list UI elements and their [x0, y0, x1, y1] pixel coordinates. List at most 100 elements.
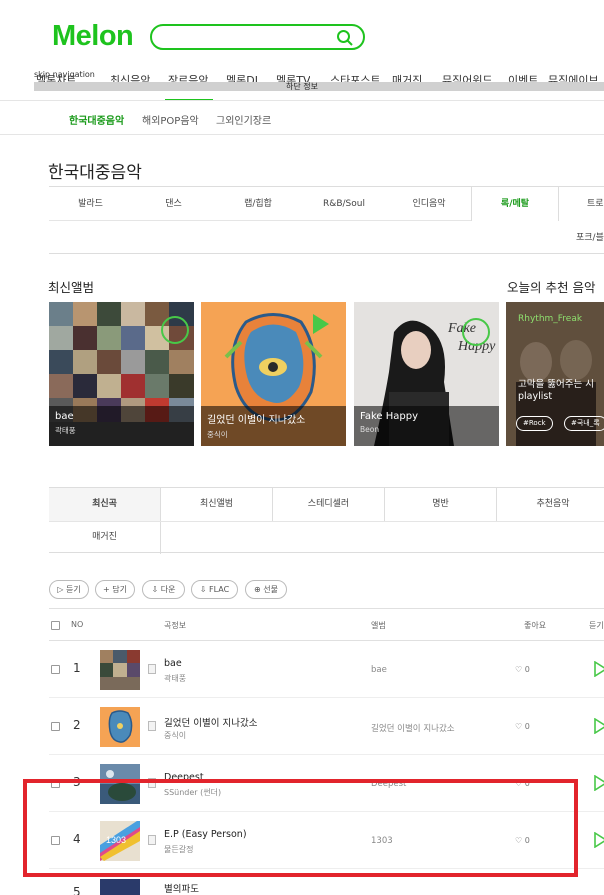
play-icon[interactable]	[593, 718, 604, 734]
album-artist: 곽태풍	[55, 426, 76, 435]
rank-number: 1	[73, 661, 81, 675]
album-card-fake-happy[interactable]: Fake Happy Fake Happy Beon	[354, 302, 499, 446]
subnav-divider	[0, 134, 604, 135]
like-count: 0	[524, 722, 530, 731]
play-icon[interactable]	[313, 314, 329, 334]
playlist-tag[interactable]: #Rock	[516, 416, 553, 431]
gnb-divider	[0, 100, 604, 101]
like-button[interactable]: ♡ 0	[515, 665, 530, 674]
recommend-heading: 오늘의 추천 음악	[507, 280, 596, 295]
play-label: 듣기	[65, 585, 81, 594]
genre-indie[interactable]: 인디음악	[387, 187, 471, 221]
song-info-icon[interactable]	[148, 721, 156, 731]
col-no: NO	[71, 620, 84, 629]
gift-label: 선물	[263, 585, 278, 594]
playlist-title: 고막을 뚫어주는 시	[518, 379, 594, 390]
play-icon: ▷	[57, 585, 66, 594]
table-row[interactable]: 1 bae 곽태풍 bae ♡ 0	[49, 641, 604, 698]
heart-icon: ♡	[515, 665, 523, 674]
flac-label: FLAC	[209, 585, 230, 594]
play-icon[interactable]	[161, 316, 189, 344]
genre-hiphop[interactable]: 랩/힙합	[215, 187, 301, 221]
playlist-tag[interactable]: #국내_록	[564, 416, 604, 431]
subnav-pop[interactable]: 해외POP음악	[142, 112, 199, 127]
gift-button[interactable]: ⊕ 선물	[245, 580, 287, 599]
tab-new-albums[interactable]: 최신앨범	[161, 488, 273, 521]
col-play: 듣기	[589, 621, 604, 630]
play-icon[interactable]	[593, 832, 604, 848]
chart-tabs: 최신곡 최신앨범 스테디셀러 명반 추천음악 매거진	[49, 487, 604, 554]
song-info-icon[interactable]	[148, 664, 156, 674]
album-thumbnail[interactable]	[100, 879, 140, 895]
search-icon[interactable]	[336, 29, 354, 47]
melon-logo[interactable]: Melon	[52, 20, 134, 53]
play-icon[interactable]	[593, 661, 604, 677]
subnav-kpop[interactable]: 한국대중음악	[69, 112, 124, 127]
col-likes: 좋아요	[524, 621, 547, 630]
heart-icon: ♡	[515, 722, 523, 731]
new-albums-heading: 최신앨범	[48, 280, 95, 295]
highlight-box	[23, 779, 578, 877]
plus-icon: +	[103, 585, 113, 594]
genre-trot[interactable]: 트로	[559, 187, 604, 221]
genre-ballad[interactable]: 발라드	[49, 187, 132, 221]
album-caption: 길었던 이별이 지나갔소 중식이	[201, 406, 346, 446]
song-album[interactable]: bae	[371, 665, 387, 675]
gnb-bar-label: 하단 정보	[286, 82, 318, 91]
flac-button[interactable]: ⇩ FLAC	[191, 580, 238, 599]
playlist-user[interactable]: Rhythm_Freak	[518, 314, 582, 324]
play-icon[interactable]	[462, 318, 490, 346]
tab-classic-albums[interactable]: 명반	[385, 488, 497, 521]
table-row[interactable]: 2 길었던 이별이 지나갔소 중식이 길었던 이별이 지나갔소 ♡ 0	[49, 698, 604, 755]
album-artist: 중식이	[207, 430, 228, 439]
song-title[interactable]: 별의파도	[164, 881, 199, 895]
tab-recommend[interactable]: 추천음악	[497, 488, 604, 521]
playlist-label: playlist	[518, 391, 553, 402]
download-icon: ⇩	[151, 585, 161, 594]
play-selected-button[interactable]: ▷ 듣기	[49, 580, 89, 599]
genre-rnb[interactable]: R&B/Soul	[301, 187, 387, 221]
album-artist: Beon	[360, 425, 380, 434]
row-checkbox[interactable]	[51, 722, 60, 731]
tab-magazine[interactable]: 매거진	[49, 521, 161, 554]
col-song-info: 곡정보	[164, 621, 187, 630]
genre-folk[interactable]: 포크/블	[559, 221, 604, 255]
album-card-breakup[interactable]: 길었던 이별이 지나갔소 중식이	[201, 302, 346, 446]
like-count: 0	[524, 665, 530, 674]
tab-row-divider	[49, 521, 604, 522]
genre-rock[interactable]: 록/메탈	[471, 187, 559, 221]
download-icon: ⇩	[199, 585, 210, 594]
song-artist[interactable]: 중식이	[164, 730, 186, 741]
genre-row-divider	[49, 220, 471, 221]
add-label: 담기	[112, 585, 127, 594]
subnav-other[interactable]: 그외인기장르	[216, 112, 271, 127]
album-title: 길었던 이별이 지나갔소	[207, 415, 306, 426]
skip-navigation-link[interactable]: skip navigation	[34, 70, 95, 79]
tab-steady-seller[interactable]: 스테디셀러	[273, 488, 385, 521]
rank-number: 2	[73, 718, 81, 732]
song-album[interactable]: 길었던 이별이 지나갔소	[371, 722, 455, 734]
like-button[interactable]: ♡ 0	[515, 722, 530, 731]
select-all-checkbox[interactable]	[51, 621, 60, 630]
rank-number: 5	[73, 885, 81, 895]
page-title: 한국대중음악	[48, 163, 142, 183]
row-checkbox[interactable]	[51, 665, 60, 674]
song-artist[interactable]: 곽태풍	[164, 673, 186, 684]
tab-new-songs[interactable]: 최신곡	[49, 488, 161, 521]
search-input[interactable]	[150, 24, 365, 50]
genre-tabs: 발라드 댄스 랩/힙합 R&B/Soul 인디음악 록/메탈 트로 포크/블	[49, 186, 604, 254]
album-caption: bae 곽태풍	[49, 406, 194, 446]
song-table-header: NO 곡정보 앨범 좋아요 듣기	[49, 608, 604, 641]
album-thumbnail[interactable]	[100, 707, 140, 747]
genre-dance[interactable]: 댄스	[132, 187, 215, 221]
song-title[interactable]: 길었던 이별이 지나갔소	[164, 715, 257, 729]
play-icon[interactable]	[593, 775, 604, 791]
add-selected-button[interactable]: + 담기	[95, 580, 135, 599]
download-selected-button[interactable]: ⇩ 다운	[142, 580, 185, 599]
album-title: Fake Happy	[360, 411, 418, 422]
playlist-card-recommend[interactable]: Rhythm_Freak 고막을 뚫어주는 시 playlist #Rock #…	[506, 302, 604, 446]
album-thumbnail[interactable]	[100, 650, 140, 690]
album-card-bae[interactable]: bae 곽태풍	[49, 302, 194, 446]
download-label: 다운	[160, 585, 176, 594]
song-title[interactable]: bae	[164, 658, 182, 669]
